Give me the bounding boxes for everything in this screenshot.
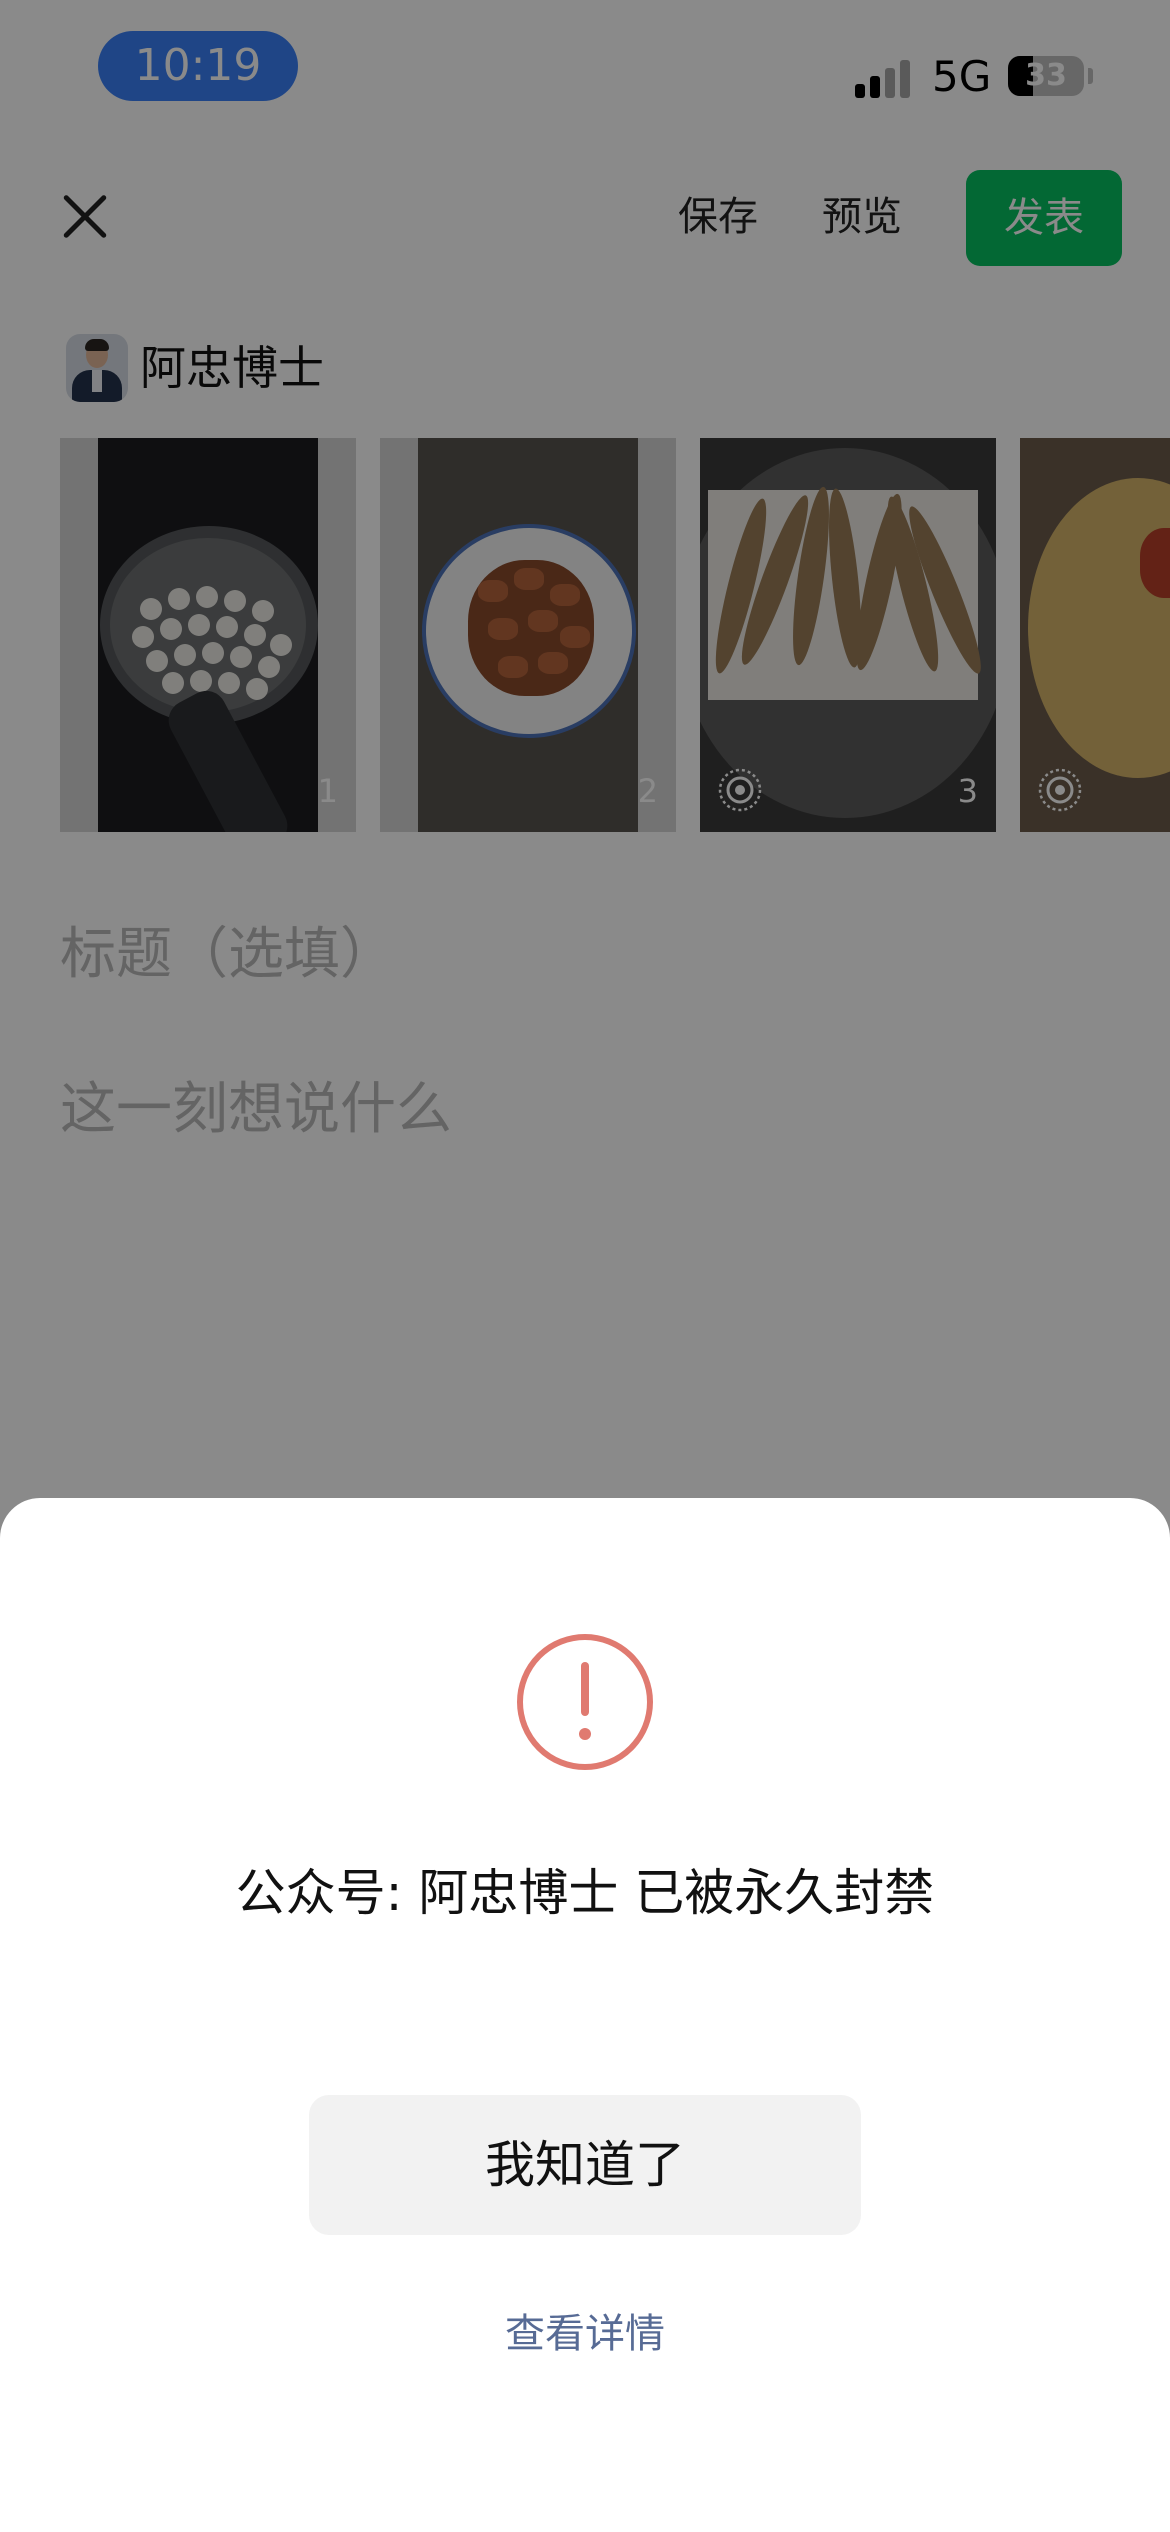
- exclamation-circle-icon: [517, 1634, 653, 1770]
- view-details-link[interactable]: 查看详情: [0, 2304, 1170, 2364]
- acknowledge-button[interactable]: 我知道了: [309, 2095, 861, 2235]
- ban-notice-sheet: 公众号: 阿忠博士 已被永久封禁 我知道了 查看详情: [0, 1498, 1170, 2532]
- post-editor-screen: 10:19 5G 33 保存 预览 发表 阿忠博士 1 2 3 标题（选填） 这…: [0, 0, 1170, 2532]
- ban-message: 公众号: 阿忠博士 已被永久封禁: [235, 1864, 935, 1922]
